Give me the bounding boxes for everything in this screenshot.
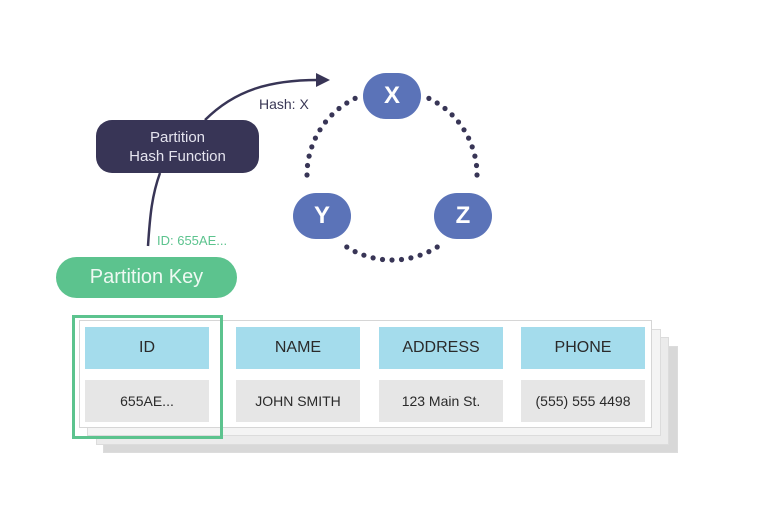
ring-dot: [306, 153, 312, 159]
partition-hash-function-box: Partition Hash Function: [96, 120, 259, 173]
ring-dot: [309, 144, 315, 150]
node-y: Y: [293, 193, 351, 239]
node-z: Z: [434, 193, 492, 239]
ring-dot: [352, 249, 358, 255]
hash-output-label: Hash: X: [259, 96, 309, 112]
ring-dot: [472, 153, 478, 159]
ring-dot: [426, 95, 432, 101]
ring-dot: [352, 95, 358, 101]
ring-dot: [370, 255, 376, 261]
ring-dot: [434, 100, 440, 106]
node-x: X: [363, 73, 421, 119]
ring-dot: [379, 256, 386, 263]
ring-dot: [442, 105, 448, 112]
ring-dot: [317, 127, 323, 133]
ring-dot: [336, 105, 342, 112]
ring-dot: [469, 144, 475, 150]
id-input-label: ID: 655AE...: [157, 233, 228, 248]
ring-dot: [417, 252, 423, 258]
ring-dot: [461, 127, 467, 133]
ring-dot: [389, 257, 395, 263]
ring-dot: [408, 255, 414, 261]
ring-dot: [398, 256, 405, 263]
ring-dot: [449, 112, 455, 118]
ring-dot: [312, 135, 318, 141]
ring-dot: [344, 244, 350, 250]
ring-dot: [466, 135, 472, 141]
hash-function-line2: Hash Function: [129, 147, 226, 165]
ring-dot: [455, 119, 462, 125]
ring-dot: [304, 162, 311, 169]
ring-dot: [434, 244, 440, 250]
partition-key-pill: Partition Key: [56, 257, 237, 298]
ring-dot: [329, 112, 335, 118]
ring-dot: [426, 249, 432, 255]
ring-dot: [473, 162, 480, 169]
ring-dot: [322, 119, 329, 125]
arrow-head-icon: [316, 73, 330, 87]
ring-dot: [344, 100, 350, 106]
ring-dot: [474, 172, 480, 178]
hash-function-line1: Partition: [149, 128, 206, 146]
ring-dot: [304, 172, 310, 178]
ring-dot: [361, 252, 367, 258]
